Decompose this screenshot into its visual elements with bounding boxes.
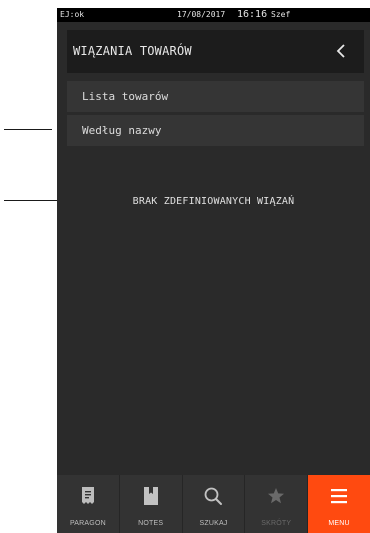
page-header: WIĄZANIA TOWARÓW [67,30,364,73]
hamburger-menu-icon [328,485,350,507]
chevron-left-icon[interactable] [334,43,350,59]
page-title: WIĄZANIA TOWARÓW [73,44,192,58]
search-icon [202,485,224,507]
menu-item-lista-towarow[interactable]: Lista towarów [67,81,364,112]
nav-label: SZUKAJ [199,520,228,527]
status-user: Szef [271,10,291,19]
empty-state-message: BRAK ZDEFINIOWANYCH WIĄZAŃ [132,196,295,207]
nav-button-skroty[interactable]: SKRÓTY [245,475,309,533]
screenshot-canvas: EJ:ok 17/08/2017 16:16 Szef WIĄZANIA TOW… [0,0,370,533]
nav-button-menu[interactable]: MENU [308,475,370,533]
menu-item-wedlug-nazwy[interactable]: Według nazwy [67,115,364,146]
star-icon [265,485,287,507]
nav-button-notes[interactable]: NOTES [120,475,183,533]
receipt-icon [77,485,99,507]
callout-line-menu-item [4,129,52,130]
device-screen: EJ:ok 17/08/2017 16:16 Szef WIĄZANIA TOW… [57,8,370,533]
nav-label: MENU [328,520,350,527]
bottom-nav: PARAGON NOTES SZUKAJ SKRÓTY MENU [57,475,370,533]
status-bar: EJ:ok 17/08/2017 16:16 Szef [57,8,370,22]
nav-label: SKRÓTY [261,520,292,527]
notebook-icon [140,485,162,507]
nav-button-szukaj[interactable]: SZUKAJ [183,475,246,533]
nav-label: NOTES [138,520,164,527]
nav-label: PARAGON [69,520,106,527]
status-time: 16:16 [237,9,268,20]
status-date: 17/08/2017 [177,10,226,19]
menu-item-label: Lista towarów [82,90,169,103]
nav-button-paragon[interactable]: PARAGON [57,475,120,533]
menu-item-label: Według nazwy [82,124,162,137]
status-ej: EJ:ok [60,10,85,19]
